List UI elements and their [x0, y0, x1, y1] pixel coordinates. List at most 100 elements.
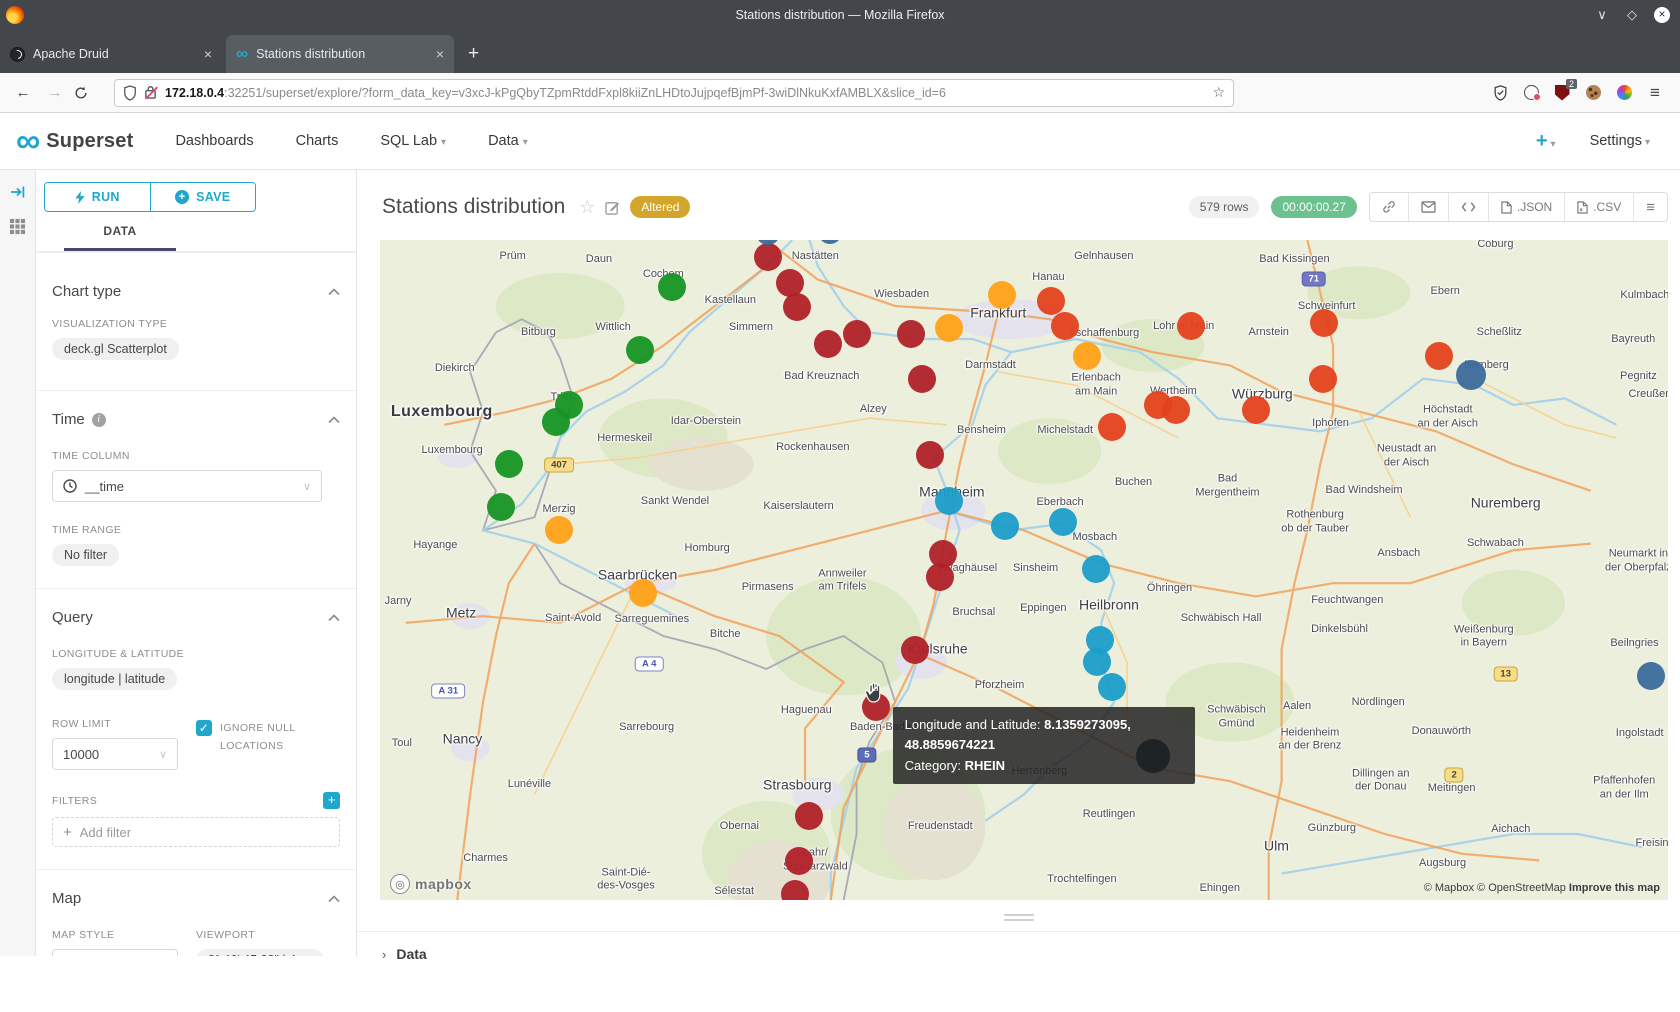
map-data-point-steel[interactable]	[1637, 662, 1665, 690]
nav-sql-lab[interactable]: SQL Lab▾	[380, 133, 446, 149]
forward-button[interactable]: →	[42, 84, 68, 101]
window-maximize-button[interactable]: ◇	[1624, 7, 1640, 23]
save-button[interactable]: + SAVE	[150, 183, 256, 211]
map-data-point-cyan[interactable]	[1082, 555, 1110, 583]
email-button[interactable]	[1408, 193, 1448, 221]
ublock-icon[interactable]: 2	[1553, 84, 1571, 102]
section-header-query[interactable]: Query	[52, 609, 340, 626]
viz-type-value[interactable]: deck.gl Scatterplot	[52, 338, 179, 360]
url-text[interactable]: 172.18.0.4:32251/superset/explore/?form_…	[165, 86, 1205, 100]
window-minimize-button[interactable]: ∨	[1594, 7, 1610, 23]
map-data-point-steel[interactable]	[818, 240, 842, 244]
map-data-point-red[interactable]	[1309, 365, 1337, 393]
map-data-point-darkred[interactable]	[843, 320, 871, 348]
map-data-point-darkred[interactable]	[897, 320, 925, 348]
viewport-value[interactable]: 8° 46' 45.28" | 49…	[196, 949, 324, 956]
map-data-point-cyan[interactable]	[1083, 648, 1111, 676]
deckgl-map[interactable]: PrümDaunNastättenGelnhausenBad Kissingen…	[380, 240, 1668, 900]
section-header-map[interactable]: Map	[52, 890, 340, 907]
tab-close-icon[interactable]: ×	[204, 46, 212, 62]
share-link-button[interactable]	[1370, 193, 1408, 221]
add-filter-box[interactable]: + Add filter	[52, 817, 340, 847]
map-data-point-darkred[interactable]	[785, 847, 813, 875]
ignore-null-checkbox[interactable]: ✓	[196, 720, 212, 736]
settings-menu[interactable]: Settings▾	[1590, 133, 1650, 149]
map-data-point-cyan[interactable]	[1098, 673, 1126, 701]
row-limit-select[interactable]: 10000 ∨	[52, 738, 178, 770]
map-data-point-darkred[interactable]	[754, 243, 782, 271]
map-data-point-red[interactable]	[1098, 413, 1126, 441]
map-data-point-red[interactable]	[1162, 396, 1190, 424]
back-button[interactable]: ←	[10, 84, 36, 101]
map-data-point-green[interactable]	[495, 450, 523, 478]
map-style-select[interactable]: Outdoors ∨	[52, 949, 178, 956]
edit-properties-icon[interactable]	[605, 200, 620, 215]
panel-resize-handle[interactable]	[1004, 914, 1034, 921]
map-data-point-green[interactable]	[542, 408, 570, 436]
map-data-point-darkred[interactable]	[901, 636, 929, 664]
map-data-point-orange[interactable]	[1073, 342, 1101, 370]
map-data-point-darkred[interactable]	[781, 880, 809, 900]
tab-apache-druid[interactable]: Apache Druid ×	[0, 35, 222, 73]
map-data-point-darkred[interactable]	[908, 365, 936, 393]
add-filter-plus-button[interactable]: +	[323, 792, 340, 809]
map-data-point-steel[interactable]	[1456, 360, 1486, 390]
expand-datasource-icon[interactable]	[10, 184, 26, 200]
reload-button[interactable]	[74, 86, 100, 100]
section-header-chart-type[interactable]: Chart type	[52, 283, 340, 300]
map-data-point-red[interactable]	[1051, 312, 1079, 340]
map-data-point-red[interactable]	[1310, 309, 1338, 337]
cookie-addon-icon[interactable]	[1584, 84, 1602, 102]
menu-hamburger-icon[interactable]: ≡	[1646, 84, 1664, 102]
shield-icon[interactable]	[123, 85, 137, 101]
map-data-point-red[interactable]	[1242, 396, 1270, 424]
nav-data[interactable]: Data▾	[488, 133, 528, 149]
map-data-point-darkred[interactable]	[916, 441, 944, 469]
tab-stations-distribution[interactable]: ∞ Stations distribution ×	[226, 35, 454, 73]
map-data-point-darkred[interactable]	[795, 802, 823, 830]
colorful-addon-icon[interactable]	[1615, 84, 1633, 102]
map-data-point-green[interactable]	[626, 336, 654, 364]
favorite-star-icon[interactable]: ☆	[579, 197, 595, 218]
data-panel-toggle[interactable]: › Data	[357, 931, 1680, 962]
nav-dashboards[interactable]: Dashboards	[175, 133, 253, 149]
url-bar[interactable]: 172.18.0.4:32251/superset/explore/?form_…	[114, 79, 1234, 107]
map-data-point-cyan[interactable]	[1049, 508, 1077, 536]
embed-code-button[interactable]	[1448, 193, 1488, 221]
map-data-point-green[interactable]	[658, 273, 686, 301]
section-header-time[interactable]: Time i	[52, 411, 340, 428]
map-data-point-darkred[interactable]	[814, 330, 842, 358]
map-data-point-orange[interactable]	[935, 314, 963, 342]
nav-charts[interactable]: Charts	[296, 133, 339, 149]
map-data-point-cyan[interactable]	[991, 512, 1019, 540]
insecure-lock-icon[interactable]	[144, 85, 158, 101]
tab-close-icon[interactable]: ×	[436, 46, 444, 62]
time-column-select[interactable]: __time ∨	[52, 470, 322, 502]
lonlat-value[interactable]: longitude | latitude	[52, 668, 177, 690]
map-data-point-red[interactable]	[1177, 312, 1205, 340]
map-data-point-cyan[interactable]	[935, 487, 963, 515]
bookmark-star-icon[interactable]: ☆	[1212, 84, 1225, 101]
superset-logo[interactable]: ∞ Superset	[16, 126, 133, 156]
export-csv-button[interactable]: .CSV	[1564, 193, 1633, 221]
map-data-point-darkred[interactable]	[926, 563, 954, 591]
tracking-protection-icon[interactable]	[1491, 84, 1509, 102]
map-data-point-darkred[interactable]	[783, 293, 811, 321]
run-button[interactable]: RUN	[45, 183, 150, 211]
map-data-point-red[interactable]	[1425, 342, 1453, 370]
map-data-point-orange[interactable]	[988, 281, 1016, 309]
map-data-point-orange[interactable]	[545, 516, 573, 544]
new-tab-button[interactable]: +	[468, 43, 479, 65]
window-close-button[interactable]: ×	[1654, 7, 1670, 23]
map-data-point-red[interactable]	[1037, 287, 1065, 315]
mapbox-logo[interactable]: ◎ mapbox	[390, 874, 472, 894]
improve-map-link[interactable]: Improve this map	[1569, 882, 1660, 894]
dataset-grid-icon[interactable]	[9, 218, 26, 235]
new-item-button[interactable]: +▾	[1536, 130, 1556, 153]
map-data-point-orange[interactable]	[629, 579, 657, 607]
time-range-value[interactable]: No filter	[52, 544, 119, 566]
export-json-button[interactable]: .JSON	[1488, 193, 1564, 221]
container-mask-icon[interactable]	[1522, 84, 1540, 102]
tab-data[interactable]: DATA	[64, 224, 176, 251]
more-options-button[interactable]: ≡	[1633, 193, 1667, 221]
